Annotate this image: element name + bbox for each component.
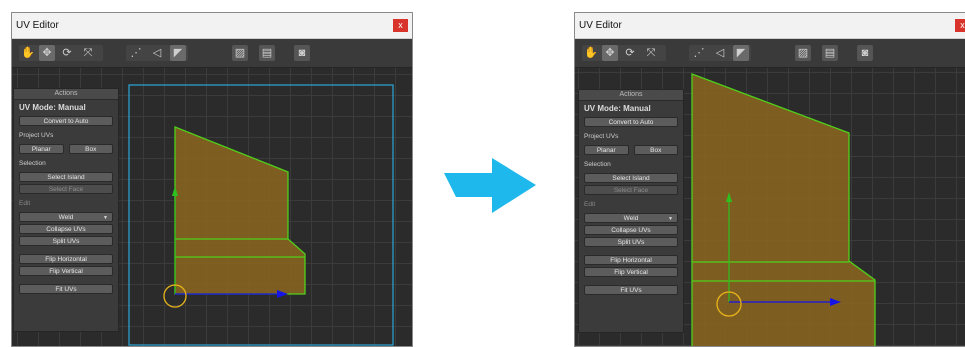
- actions-panel: Actions UV Mode: Manual Convert to Auto …: [13, 88, 119, 332]
- flip-horizontal-button[interactable]: Flip Horizontal: [584, 255, 678, 265]
- edit-heading: Edit: [584, 201, 596, 208]
- split-uvs-button[interactable]: Split UVs: [584, 237, 678, 247]
- uv-island[interactable]: [691, 73, 876, 347]
- title-bar[interactable]: UV Editor x: [12, 13, 412, 39]
- hand-icon[interactable]: ✋: [20, 45, 36, 61]
- hand-icon[interactable]: ✋: [583, 45, 599, 61]
- caret-down-icon: ▼: [668, 216, 673, 222]
- box-button[interactable]: Box: [633, 145, 678, 155]
- window-title: UV Editor: [16, 20, 59, 31]
- weld-dropdown[interactable]: Weld ▼: [584, 213, 678, 223]
- select-face-button[interactable]: Select Face: [584, 185, 678, 195]
- weld-dropdown[interactable]: Weld ▼: [19, 212, 113, 222]
- texture-icon[interactable]: ▨: [795, 45, 811, 61]
- move-icon[interactable]: ✥: [39, 45, 55, 61]
- uv-toolbar: ✋ ✥ ⟳ ⤧ ⋰ ◁ ◤ ▨ ▤ ◙: [575, 39, 965, 68]
- weld-label: Weld: [623, 215, 639, 222]
- edge-icon[interactable]: ◁: [149, 45, 165, 61]
- select-island-button[interactable]: Select Island: [19, 172, 113, 182]
- vertex-icon[interactable]: ⋰: [128, 45, 144, 61]
- actions-header: Actions: [579, 90, 683, 101]
- actions-panel: Actions UV Mode: Manual Convert to Auto …: [578, 89, 684, 333]
- close-button[interactable]: x: [955, 19, 965, 32]
- fit-uvs-button[interactable]: Fit UVs: [584, 285, 678, 295]
- move-icon[interactable]: ✥: [602, 45, 618, 61]
- split-uvs-button[interactable]: Split UVs: [19, 236, 113, 246]
- caret-down-icon: ▼: [103, 215, 108, 221]
- uv-editor-window-before: UV Editor x ✋ ✥ ⟳ ⤧ ⋰ ◁ ◤ ▨ ▤ ◙ Actions …: [11, 12, 413, 347]
- select-face-button[interactable]: Select Face: [19, 184, 113, 194]
- flip-vertical-button[interactable]: Flip Vertical: [584, 267, 678, 277]
- weld-label: Weld: [58, 214, 74, 221]
- selection-heading: Selection: [19, 160, 46, 167]
- title-bar[interactable]: UV Editor x: [575, 13, 965, 39]
- edge-icon[interactable]: ◁: [712, 45, 728, 61]
- face-icon[interactable]: ◤: [733, 45, 749, 61]
- collapse-uvs-button[interactable]: Collapse UVs: [584, 225, 678, 235]
- rotate-icon[interactable]: ⟳: [59, 45, 75, 61]
- preferences-icon[interactable]: ▤: [259, 45, 275, 61]
- planar-button[interactable]: Planar: [584, 145, 629, 155]
- face-icon[interactable]: ◤: [170, 45, 186, 61]
- convert-to-auto-button[interactable]: Convert to Auto: [584, 117, 678, 127]
- fit-uvs-button[interactable]: Fit UVs: [19, 284, 113, 294]
- actions-header: Actions: [14, 89, 118, 100]
- texture-icon[interactable]: ▨: [232, 45, 248, 61]
- window-title: UV Editor: [579, 20, 622, 31]
- flip-vertical-button[interactable]: Flip Vertical: [19, 266, 113, 276]
- transition-arrow-icon: [444, 158, 536, 213]
- camera-icon[interactable]: ◙: [294, 45, 310, 61]
- scale-icon[interactable]: ⤧: [643, 45, 659, 61]
- close-button[interactable]: x: [393, 19, 408, 32]
- scale-icon[interactable]: ⤧: [80, 45, 96, 61]
- uv-mode-label: UV Mode: Manual: [584, 104, 651, 113]
- flip-horizontal-button[interactable]: Flip Horizontal: [19, 254, 113, 264]
- select-island-button[interactable]: Select Island: [584, 173, 678, 183]
- uv-editor-window-after: UV Editor x ✋ ✥ ⟳ ⤧ ⋰ ◁ ◤ ▨ ▤ ◙ Actions …: [574, 12, 965, 347]
- edit-heading: Edit: [19, 200, 31, 207]
- preferences-icon[interactable]: ▤: [822, 45, 838, 61]
- box-button[interactable]: Box: [68, 144, 113, 154]
- vertex-icon[interactable]: ⋰: [691, 45, 707, 61]
- uv-island[interactable]: [174, 126, 306, 295]
- selection-heading: Selection: [584, 161, 611, 168]
- project-uvs-heading: Project UVs: [19, 132, 54, 139]
- uv-mode-label: UV Mode: Manual: [19, 103, 86, 112]
- camera-icon[interactable]: ◙: [857, 45, 873, 61]
- uv-toolbar: ✋ ✥ ⟳ ⤧ ⋰ ◁ ◤ ▨ ▤ ◙: [12, 39, 412, 68]
- collapse-uvs-button[interactable]: Collapse UVs: [19, 224, 113, 234]
- convert-to-auto-button[interactable]: Convert to Auto: [19, 116, 113, 126]
- rotate-icon[interactable]: ⟳: [622, 45, 638, 61]
- project-uvs-heading: Project UVs: [584, 133, 619, 140]
- planar-button[interactable]: Planar: [19, 144, 64, 154]
